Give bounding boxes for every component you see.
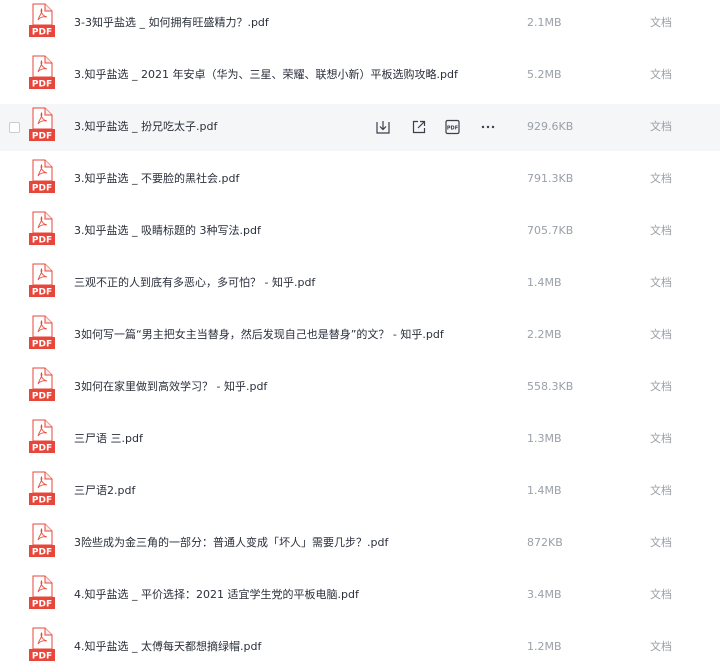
- file-row-9[interactable]: PDF 三尸语 三.pdf 1.3MB 文档: [0, 416, 720, 463]
- file-name[interactable]: 3如何写一篇“男主把女主当替身，然后发现自己也是替身”的文？ - 知乎.pdf: [74, 328, 444, 342]
- file-name[interactable]: 三观不正的人到底有多恶心，多可怕？ - 知乎.pdf: [74, 276, 315, 290]
- download-icon[interactable]: [375, 119, 391, 135]
- pdf-file-icon: PDF: [28, 523, 56, 559]
- file-name[interactable]: 3.知乎盐选 _ 扮兄吃太子.pdf: [74, 120, 217, 134]
- file-row-11[interactable]: PDF 3险些成为金三角的一部分：普通人变成「坏人」需要几步？.pdf 872K…: [0, 520, 720, 567]
- file-type: 文档: [650, 640, 672, 653]
- file-size: 558.3KB: [527, 380, 574, 393]
- file-type: 文档: [650, 276, 672, 289]
- svg-text:PDF: PDF: [32, 28, 52, 38]
- file-list: PDF 3-3知乎盐选 _ 如何拥有旺盛精力？.pdf 2.1MB 文档 PDF…: [0, 0, 720, 663]
- file-size: 2.1MB: [527, 16, 562, 29]
- file-type: 文档: [650, 224, 672, 237]
- file-row-10[interactable]: PDF 三尸语2.pdf 1.4MB 文档: [0, 468, 720, 515]
- file-row-7[interactable]: PDF 3如何写一篇“男主把女主当替身，然后发现自己也是替身”的文？ - 知乎.…: [0, 312, 720, 359]
- file-name[interactable]: 3.知乎盐选 _ 吸睛标题的 3种写法.pdf: [74, 224, 261, 238]
- file-name[interactable]: 4.知乎盐选 _ 平价选择：2021 适宜学生党的平板电脑.pdf: [74, 588, 359, 602]
- file-name[interactable]: 3如何在家里做到高效学习？ - 知乎.pdf: [74, 380, 267, 394]
- svg-text:PDF: PDF: [32, 184, 52, 194]
- svg-text:PDF: PDF: [32, 652, 52, 662]
- svg-text:PDF: PDF: [32, 444, 52, 454]
- pdf-file-icon: PDF: [28, 55, 56, 91]
- file-size: 705.7KB: [527, 224, 574, 237]
- pdf-file-icon: PDF: [28, 627, 56, 663]
- file-type: 文档: [650, 380, 672, 393]
- svg-text:PDF: PDF: [32, 132, 52, 142]
- file-type: 文档: [650, 120, 672, 133]
- pdf-file-icon: PDF: [28, 419, 56, 455]
- file-row-8[interactable]: PDF 3如何在家里做到高效学习？ - 知乎.pdf 558.3KB 文档: [0, 364, 720, 411]
- file-size: 1.3MB: [527, 432, 562, 445]
- file-row-4[interactable]: PDF 3.知乎盐选 _ 不要脸的黑社会.pdf 791.3KB 文档: [0, 156, 720, 203]
- file-type: 文档: [650, 536, 672, 549]
- file-size: 1.4MB: [527, 276, 562, 289]
- file-type: 文档: [650, 432, 672, 445]
- pdf-file-icon: PDF: [28, 211, 56, 247]
- file-name[interactable]: 3.知乎盐选 _ 不要脸的黑社会.pdf: [74, 172, 239, 186]
- file-row-13[interactable]: PDF 4.知乎盐选 _ 太傅每天都想摘绿帽.pdf 1.2MB 文档: [0, 624, 720, 663]
- file-type: 文档: [650, 68, 672, 81]
- file-row-12[interactable]: PDF 4.知乎盐选 _ 平价选择：2021 适宜学生党的平板电脑.pdf 3.…: [0, 572, 720, 619]
- file-name[interactable]: 4.知乎盐选 _ 太傅每天都想摘绿帽.pdf: [74, 640, 261, 654]
- svg-text:PDF: PDF: [32, 236, 52, 246]
- file-name[interactable]: 3-3知乎盐选 _ 如何拥有旺盛精力？.pdf: [74, 16, 269, 30]
- file-size: 872KB: [527, 536, 563, 549]
- pdf-file-icon: PDF: [28, 159, 56, 195]
- row-checkbox[interactable]: [9, 122, 20, 133]
- file-name[interactable]: 3险些成为金三角的一部分：普通人变成「坏人」需要几步？.pdf: [74, 536, 388, 550]
- file-type: 文档: [650, 328, 672, 341]
- svg-text:PDF: PDF: [32, 496, 52, 506]
- file-row-5[interactable]: PDF 3.知乎盐选 _ 吸睛标题的 3种写法.pdf 705.7KB 文档: [0, 208, 720, 255]
- svg-text:PDF: PDF: [32, 548, 52, 558]
- file-name[interactable]: 三尸语2.pdf: [74, 484, 135, 498]
- file-size: 929.6KB: [527, 120, 574, 133]
- pdf-file-icon: PDF: [28, 315, 56, 351]
- file-row-3[interactable]: PDF 3.知乎盐选 _ 扮兄吃太子.pdf 929.6KB 文档 PDF: [0, 104, 720, 151]
- file-size: 1.4MB: [527, 484, 562, 497]
- svg-text:PDF: PDF: [32, 288, 52, 298]
- pdf-file-icon: PDF: [28, 263, 56, 299]
- share-icon[interactable]: [411, 119, 427, 135]
- pdf-file-icon: PDF: [28, 3, 56, 39]
- file-name[interactable]: 3.知乎盐选 _ 2021 年安卓（华为、三星、荣耀、联想小新）平板选购攻略.p…: [74, 68, 458, 82]
- file-size: 791.3KB: [527, 172, 574, 185]
- file-size: 1.2MB: [527, 640, 562, 653]
- file-row-2[interactable]: PDF 3.知乎盐选 _ 2021 年安卓（华为、三星、荣耀、联想小新）平板选购…: [0, 52, 720, 99]
- file-size: 2.2MB: [527, 328, 562, 341]
- file-type: 文档: [650, 484, 672, 497]
- svg-text:PDF: PDF: [32, 600, 52, 610]
- pdf-file-icon: PDF: [28, 367, 56, 403]
- pdf-file-icon: PDF: [28, 575, 56, 611]
- pdf-tool-icon[interactable]: PDF: [444, 119, 461, 135]
- svg-text:PDF: PDF: [32, 392, 52, 402]
- pdf-file-icon: PDF: [28, 107, 56, 143]
- file-type: 文档: [650, 16, 672, 29]
- file-size: 3.4MB: [527, 588, 562, 601]
- file-type: 文档: [650, 172, 672, 185]
- file-row-6[interactable]: PDF 三观不正的人到底有多恶心，多可怕？ - 知乎.pdf 1.4MB 文档: [0, 260, 720, 307]
- pdf-file-icon: PDF: [28, 471, 56, 507]
- file-type: 文档: [650, 588, 672, 601]
- more-icon[interactable]: [479, 119, 497, 135]
- file-size: 5.2MB: [527, 68, 562, 81]
- file-row-1[interactable]: PDF 3-3知乎盐选 _ 如何拥有旺盛精力？.pdf 2.1MB 文档: [0, 0, 720, 47]
- svg-text:PDF: PDF: [32, 340, 52, 350]
- svg-text:PDF: PDF: [32, 80, 52, 90]
- svg-text:PDF: PDF: [447, 125, 458, 131]
- file-name[interactable]: 三尸语 三.pdf: [74, 432, 143, 446]
